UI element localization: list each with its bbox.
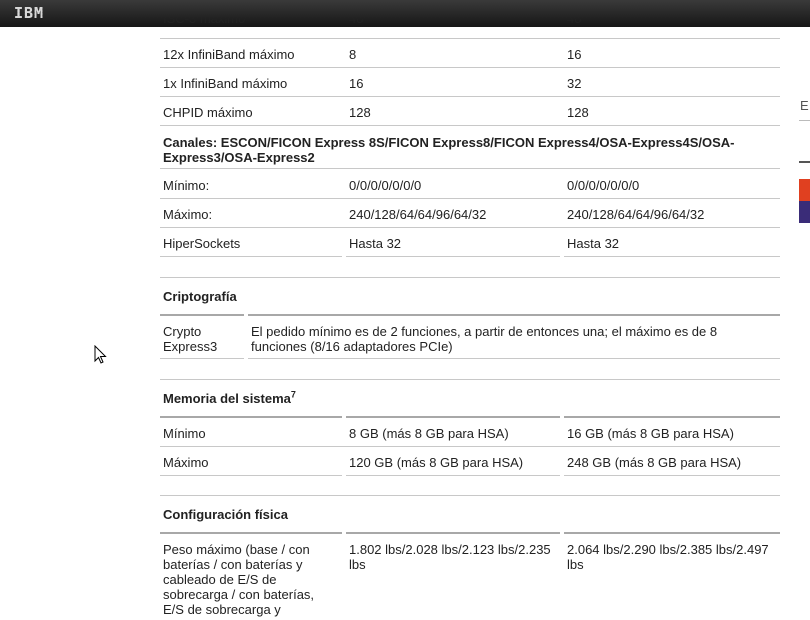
channels-heading: Canales: ESCON/FICON Express 8S/FICON Ex… bbox=[163, 135, 735, 165]
row-divider bbox=[160, 168, 780, 169]
row-value-b: 248 GB (más 8 GB para HSA) bbox=[567, 455, 742, 470]
row-value-b: 2.064 lbs/2.290 lbs/2.385 lbs/2.497 lbs bbox=[567, 542, 769, 572]
row-label: Mínimo: bbox=[163, 178, 210, 193]
row-value-a: 16 bbox=[349, 76, 364, 91]
row-value-b: 48 bbox=[567, 18, 582, 26]
row-divider bbox=[564, 475, 780, 476]
row-value-a: 8 GB (más 8 GB para HSA) bbox=[349, 426, 509, 441]
row-value-b: 240/128/64/64/96/64/32 bbox=[567, 207, 705, 222]
row-label: 12x InfiniBand máximo bbox=[163, 47, 295, 62]
footnote-marker[interactable]: 7 bbox=[291, 390, 296, 400]
row-divider bbox=[160, 227, 780, 228]
promo-banner[interactable] bbox=[799, 179, 810, 223]
mouse-cursor-icon bbox=[94, 345, 107, 364]
row-value-b: 16 bbox=[567, 47, 582, 62]
row-label: Peso máximo (base / con baterías / con b… bbox=[163, 542, 315, 617]
side-panel-fragment: E bbox=[799, 95, 810, 235]
row-value-b: Hasta 32 bbox=[567, 236, 620, 251]
row-divider bbox=[346, 256, 560, 257]
row-divider bbox=[160, 358, 244, 359]
row-divider bbox=[160, 67, 780, 68]
row-divider bbox=[160, 532, 342, 534]
table-row-cut: ISC-3 máximo 48 48 bbox=[160, 18, 780, 33]
row-value-a: 120 GB (más 8 GB para HSA) bbox=[349, 455, 524, 470]
row-divider bbox=[160, 125, 780, 126]
side-divider bbox=[799, 161, 810, 163]
row-value-a: 8 bbox=[349, 47, 357, 62]
physical-config-heading: Configuración física bbox=[163, 507, 288, 522]
row-divider bbox=[160, 446, 780, 447]
side-panel-letter: E bbox=[800, 98, 809, 113]
row-value-a: 48 bbox=[349, 18, 364, 26]
section-divider bbox=[160, 379, 780, 380]
side-divider bbox=[799, 120, 810, 121]
row-divider bbox=[160, 416, 342, 418]
row-divider bbox=[160, 96, 780, 97]
row-divider bbox=[564, 256, 780, 257]
row-label: Crypto Express3 bbox=[163, 324, 218, 354]
ibm-logo[interactable]: IBM bbox=[14, 4, 44, 22]
row-value-b: 32 bbox=[567, 76, 582, 91]
row-divider bbox=[160, 256, 342, 257]
row-divider bbox=[346, 532, 560, 534]
row-divider bbox=[346, 416, 560, 418]
section-divider bbox=[160, 277, 780, 278]
row-divider bbox=[564, 532, 780, 534]
row-value-b: 16 GB (más 8 GB para HSA) bbox=[567, 426, 734, 441]
row-value-b: 0/0/0/0/0/0/0 bbox=[567, 178, 640, 193]
row-label: Mínimo bbox=[163, 426, 206, 441]
crypto-heading: Criptografía bbox=[163, 289, 237, 304]
row-divider bbox=[248, 314, 780, 316]
row-divider bbox=[160, 475, 342, 476]
memory-heading-text: Memoria del sistema bbox=[163, 391, 291, 406]
row-value-a: 1.802 lbs/2.028 lbs/2.123 lbs/2.235 lbs bbox=[349, 542, 551, 572]
row-value-a: Hasta 32 bbox=[349, 236, 402, 251]
row-label: Máximo bbox=[163, 455, 209, 470]
row-value: El pedido mínimo es de 2 funciones, a pa… bbox=[251, 324, 718, 354]
row-value-b: 128 bbox=[567, 105, 589, 120]
memory-heading: Memoria del sistema7 bbox=[163, 390, 296, 406]
row-value-a: 240/128/64/64/96/64/32 bbox=[349, 207, 487, 222]
row-divider bbox=[160, 38, 780, 39]
row-label: CHPID máximo bbox=[163, 105, 253, 120]
row-value-a: 0/0/0/0/0/0/0 bbox=[349, 178, 422, 193]
row-divider bbox=[346, 475, 560, 476]
section-divider bbox=[160, 495, 780, 496]
row-label: ISC-3 máximo bbox=[163, 18, 246, 26]
row-label: Máximo: bbox=[163, 207, 213, 222]
row-value-a: 128 bbox=[349, 105, 371, 120]
row-label: 1x InfiniBand máximo bbox=[163, 76, 288, 91]
row-divider bbox=[248, 358, 780, 359]
row-divider bbox=[564, 416, 780, 418]
row-divider bbox=[160, 198, 780, 199]
row-divider bbox=[160, 314, 244, 316]
row-label: HiperSockets bbox=[163, 236, 241, 251]
